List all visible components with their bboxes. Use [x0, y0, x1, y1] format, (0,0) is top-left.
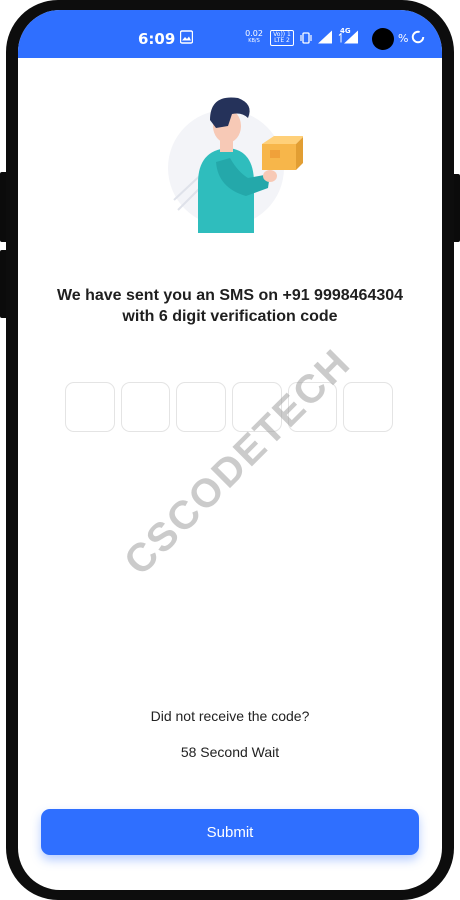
app-screen: 6:09 0.02 KB/S Vo)) 1 LTE 2 4G % We have…: [18, 10, 442, 890]
submit-button[interactable]: Submit: [41, 809, 419, 855]
otp-digit-2[interactable]: [120, 382, 171, 432]
otp-input-group: [65, 382, 394, 432]
volte-bottom: LTE 2: [274, 37, 290, 44]
front-camera: [372, 28, 394, 50]
net-speed-value: 0.02: [245, 29, 263, 38]
heading-line-2: with 6 digit verification code: [122, 308, 338, 325]
vibrate-icon: [300, 32, 312, 44]
image-notification-icon: [180, 30, 193, 44]
status-time: 6:09: [138, 30, 176, 48]
net-speed: 0.02 KB/S: [244, 29, 264, 45]
device-mockup: 6:09 0.02 KB/S Vo)) 1 LTE 2 4G % We have…: [0, 0, 460, 900]
otp-digit-1[interactable]: [65, 382, 115, 432]
verification-heading: We have sent you an SMS on +91 999846430…: [18, 285, 442, 327]
otp-digit-3[interactable]: [176, 382, 227, 432]
heading-line-1: We have sent you an SMS on +91 999846430…: [56, 287, 404, 304]
battery-percent: %: [398, 32, 409, 45]
signal-strength-icon: [318, 30, 332, 44]
battery-icon: [411, 30, 425, 44]
net-speed-unit: KB/S: [248, 38, 260, 44]
status-bar: 6:09 0.02 KB/S Vo)) 1 LTE 2 4G %: [18, 10, 442, 58]
watermark: CSCODETECH: [116, 340, 360, 584]
signal-strength-icon-2: [338, 30, 358, 44]
volte-indicator: Vo)) 1 LTE 2: [270, 30, 294, 46]
otp-digit-6[interactable]: [343, 382, 394, 432]
resend-question: Did not receive the code?: [150, 708, 310, 724]
delivery-person-illustration: [168, 97, 303, 233]
resend-countdown: 58 Second Wait: [180, 744, 280, 760]
